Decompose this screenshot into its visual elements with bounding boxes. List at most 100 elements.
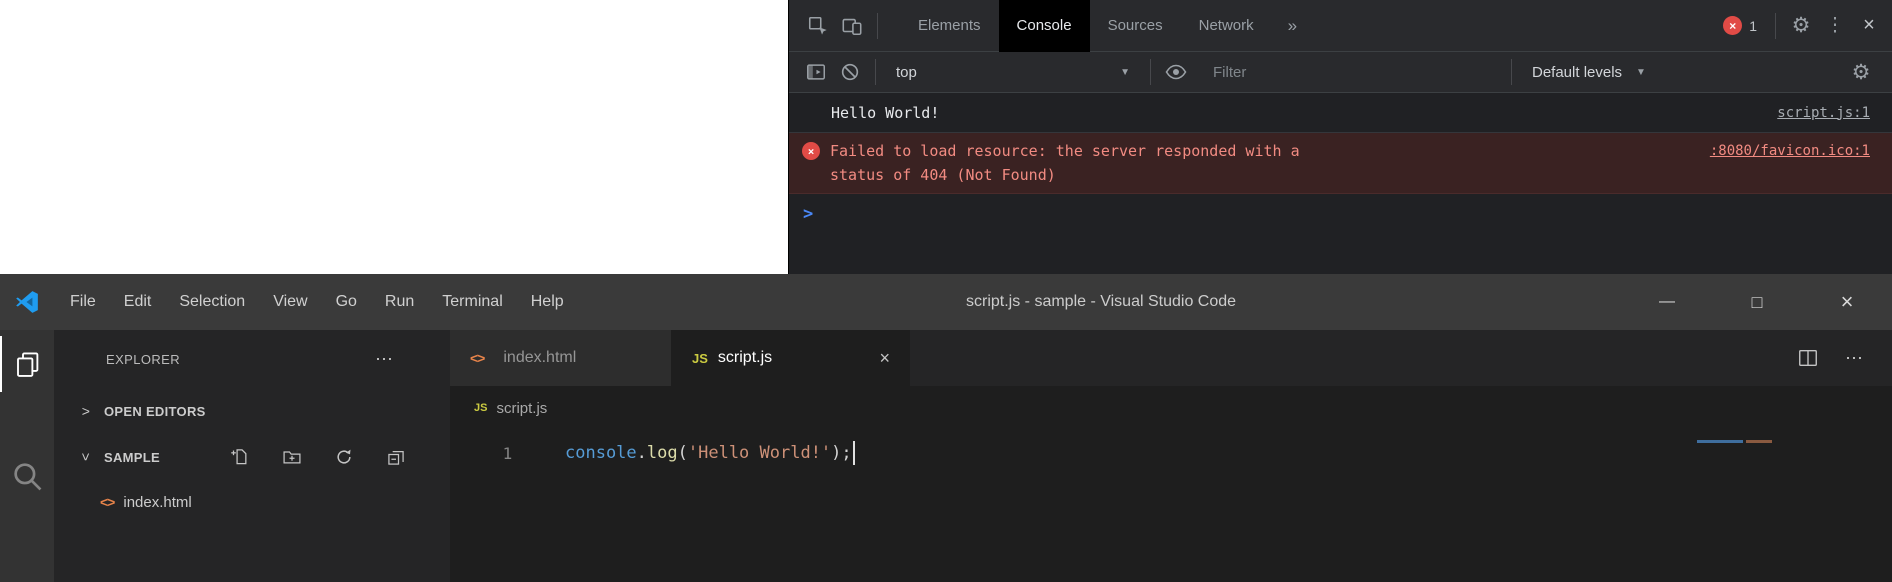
explorer-sidebar: EXPLORER ⋯ > OPEN EDITORS > SAMPLE	[54, 330, 450, 582]
javascript-context-select[interactable]: top ▼	[884, 64, 1142, 81]
explorer-more-actions-icon[interactable]: ⋯	[375, 349, 394, 370]
menu-bar: File Edit Selection View Go Run Terminal…	[56, 293, 578, 311]
vscode-body: EXPLORER ⋯ > OPEN EDITORS > SAMPLE	[0, 330, 1892, 582]
tab-console[interactable]: Console	[999, 0, 1090, 52]
minimize-button[interactable]: —	[1622, 274, 1712, 330]
folder-section-sample[interactable]: > SAMPLE	[54, 434, 450, 480]
code-editor[interactable]: 1 console.log('Hello World!');	[450, 430, 1892, 582]
file-item-label: index.html	[123, 494, 191, 511]
code-line-1[interactable]: 1 console.log('Hello World!');	[450, 430, 1892, 476]
devtools-panel: Elements Console Sources Network » × 1 ⚙…	[788, 0, 1892, 274]
filter-input[interactable]	[1213, 64, 1503, 81]
html-file-icon: <>	[100, 494, 114, 510]
text-cursor	[853, 441, 855, 465]
chevron-down-icon: ▼	[1636, 67, 1646, 78]
log-levels-select[interactable]: Default levels ▼	[1520, 64, 1658, 81]
menu-run[interactable]: Run	[371, 293, 428, 311]
maximize-button[interactable]: □	[1712, 274, 1802, 330]
chevron-down-icon: ▼	[1120, 67, 1130, 78]
token-close-paren: )	[831, 443, 841, 463]
explorer-activity-icon[interactable]	[0, 336, 54, 392]
error-line-2: status of 404 (Not Found)	[830, 163, 1300, 187]
settings-gear-icon[interactable]: ⚙	[1784, 9, 1818, 43]
tab-close-icon[interactable]: ×	[879, 348, 890, 369]
console-message-log: Hello World! script.js:1	[789, 93, 1892, 133]
toolbar-divider	[1150, 59, 1151, 85]
file-item-index-html[interactable]: <> index.html	[54, 480, 450, 524]
levels-value: Default levels	[1532, 64, 1622, 81]
js-file-icon: JS	[692, 351, 708, 366]
menu-selection[interactable]: Selection	[165, 293, 259, 311]
context-value: top	[896, 64, 917, 81]
toolbar-divider	[875, 59, 876, 85]
editor-more-actions-icon[interactable]: ⋯	[1845, 348, 1864, 369]
token-open-paren: (	[678, 443, 688, 463]
console-prompt[interactable]: >	[789, 194, 1892, 224]
toolbar-divider	[1775, 13, 1776, 39]
new-file-icon[interactable]	[230, 447, 250, 467]
html-file-icon: <>	[470, 350, 484, 366]
error-badge-icon[interactable]: ×	[1723, 16, 1742, 35]
explorer-title: EXPLORER	[106, 352, 180, 367]
line-number: 1	[450, 444, 565, 463]
tab-elements[interactable]: Elements	[900, 0, 999, 52]
open-editors-section[interactable]: > OPEN EDITORS	[54, 388, 450, 434]
collapse-all-icon[interactable]	[386, 447, 406, 467]
error-source-link[interactable]: :8080/favicon.ico:1	[1710, 139, 1870, 163]
vscode-titlebar: File Edit Selection View Go Run Terminal…	[0, 274, 1892, 330]
menu-help[interactable]: Help	[517, 293, 578, 311]
token-string: 'Hello World!'	[688, 443, 831, 463]
token-log: log	[647, 443, 678, 463]
menu-edit[interactable]: Edit	[110, 293, 166, 311]
tab-network[interactable]: Network	[1181, 0, 1272, 52]
console-toolbar: top ▼ Default levels ▼ ⚙	[789, 52, 1892, 93]
folder-name: SAMPLE	[104, 450, 160, 465]
error-message-text: Failed to load resource: the server resp…	[830, 139, 1300, 187]
more-tabs-icon[interactable]: »	[1272, 16, 1313, 36]
new-folder-icon[interactable]	[282, 447, 302, 467]
tab-label: script.js	[718, 349, 772, 367]
token-dot: .	[637, 443, 647, 463]
devtools-menu-icon[interactable]: ⋮	[1818, 9, 1852, 43]
editor-tab-script-js[interactable]: JS script.js ×	[672, 330, 910, 386]
editor-group: <> index.html JS script.js ×	[450, 330, 1892, 582]
chevron-right-icon: >	[78, 403, 94, 419]
toolbar-divider	[1511, 59, 1512, 85]
window-title: script.js - sample - Visual Studio Code	[966, 274, 1236, 330]
refresh-icon[interactable]	[334, 447, 354, 467]
search-activity-icon[interactable]	[0, 448, 54, 504]
toolbar-divider	[877, 13, 878, 39]
devtools-close-icon[interactable]: ×	[1852, 9, 1886, 43]
device-toolbar-icon[interactable]	[835, 9, 869, 43]
log-message-text: Hello World!	[831, 104, 939, 122]
error-count: 1	[1749, 18, 1757, 34]
breadcrumb[interactable]: JS script.js	[450, 386, 1892, 430]
split-editor-icon[interactable]	[1797, 347, 1819, 369]
editor-actions: ⋯	[1797, 330, 1864, 386]
log-source-link[interactable]: script.js:1	[1777, 105, 1870, 121]
menu-terminal[interactable]: Terminal	[428, 293, 516, 311]
window-controls: — □ ×	[1622, 274, 1892, 330]
live-expression-eye-icon[interactable]	[1159, 55, 1193, 89]
minimap[interactable]	[1697, 440, 1772, 443]
vscode-window: File Edit Selection View Go Run Terminal…	[0, 274, 1892, 582]
vscode-logo-icon	[14, 289, 40, 315]
close-button[interactable]: ×	[1802, 274, 1892, 330]
console-sidebar-icon[interactable]	[799, 55, 833, 89]
minimap-line-marker	[1697, 440, 1743, 443]
editor-tab-index-html[interactable]: <> index.html	[450, 330, 672, 386]
token-semicolon: ;	[841, 443, 851, 463]
code-text: console.log('Hello World!');	[565, 441, 855, 465]
menu-view[interactable]: View	[259, 293, 321, 311]
menu-file[interactable]: File	[56, 293, 110, 311]
menu-go[interactable]: Go	[322, 293, 371, 311]
clear-console-icon[interactable]	[833, 55, 867, 89]
inspect-element-icon[interactable]	[801, 9, 835, 43]
tab-sources[interactable]: Sources	[1090, 0, 1181, 52]
breadcrumb-file: script.js	[496, 400, 547, 417]
console-message-error: × Failed to load resource: the server re…	[789, 133, 1892, 194]
explorer-header: EXPLORER ⋯	[54, 330, 450, 388]
chevron-down-icon: >	[78, 449, 94, 465]
error-icon: ×	[802, 142, 820, 160]
console-settings-gear-icon[interactable]: ⚙	[1844, 55, 1878, 89]
